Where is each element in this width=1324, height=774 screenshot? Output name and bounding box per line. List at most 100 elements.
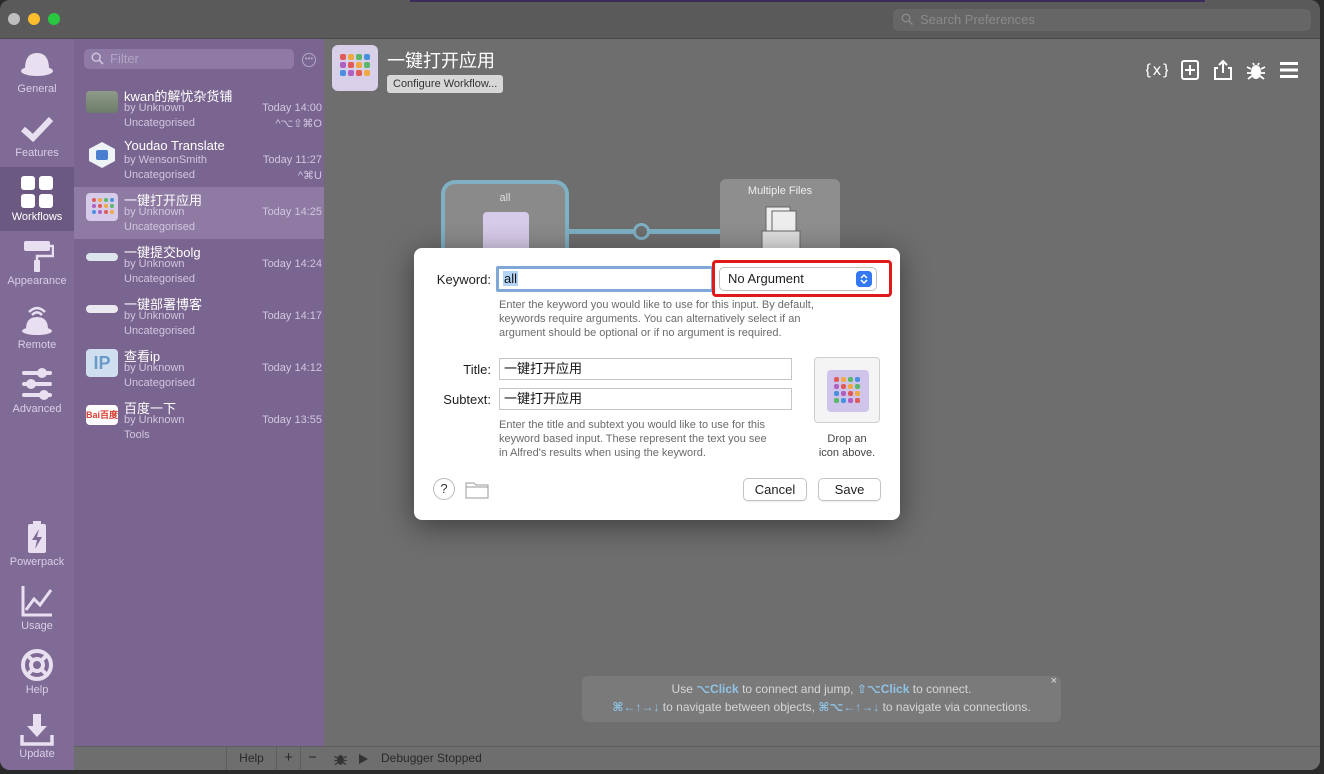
workflow-list-item[interactable]: kwan的解忧杂货铺 by Unknown Uncategorised Toda… bbox=[74, 83, 324, 135]
lifebuoy-icon bbox=[21, 649, 53, 681]
workflow-time: Today 13:55 bbox=[262, 414, 322, 426]
configure-workflow-button[interactable]: Configure Workflow... bbox=[387, 75, 504, 93]
search-preferences-field[interactable]: Search Preferences bbox=[893, 9, 1311, 31]
maximize-window-button[interactable] bbox=[48, 13, 60, 25]
filter-options-icon[interactable]: ••• bbox=[302, 53, 316, 67]
sidebar-item-appearance[interactable]: Appearance bbox=[0, 231, 74, 295]
sidebar-item-powerpack[interactable]: Powerpack bbox=[0, 512, 74, 576]
play-icon[interactable] bbox=[359, 754, 368, 764]
sidebar-item-features[interactable]: Features bbox=[0, 103, 74, 167]
sidebar-item-label: Appearance bbox=[7, 275, 67, 287]
keyword-node[interactable]: all bbox=[441, 180, 569, 250]
alfred-preferences-window: Search Preferences General Features Work… bbox=[0, 0, 1320, 770]
workflow-category: Uncategorised bbox=[124, 325, 195, 337]
help-button[interactable]: ? bbox=[433, 478, 455, 500]
keyword-node-label: all bbox=[499, 192, 511, 204]
app-grid-icon bbox=[483, 212, 529, 250]
drop-line: Drop an bbox=[827, 433, 867, 445]
workflow-list-item[interactable]: Bai百度 百度一下 by Unknown Tools Today 13:55 bbox=[74, 395, 324, 447]
sidebar-item-label: Help bbox=[25, 684, 49, 696]
ip-icon: IP bbox=[86, 349, 118, 377]
hint-shortcut: ⌥Click bbox=[696, 682, 739, 696]
subtext-label: Subtext: bbox=[443, 392, 491, 407]
hint-shortcut: ⌘⌥←↑→↓ bbox=[818, 700, 880, 714]
sidebar-item-general[interactable]: General bbox=[0, 39, 74, 103]
minimize-window-button[interactable] bbox=[28, 13, 40, 25]
sidebar-item-advanced[interactable]: Advanced bbox=[0, 359, 74, 423]
help-line: Enter the title and subtext you would li… bbox=[499, 419, 765, 431]
chart-icon bbox=[21, 586, 53, 617]
close-window-button[interactable] bbox=[8, 13, 20, 25]
action-node-label: Multiple Files bbox=[747, 185, 813, 197]
filter-placeholder: Filter bbox=[110, 51, 139, 66]
workflow-list-item[interactable]: Youdao Translate by WensonSmith Uncatego… bbox=[74, 135, 324, 187]
bug-icon[interactable] bbox=[333, 751, 348, 766]
folder-icon[interactable] bbox=[465, 480, 489, 499]
background-strip bbox=[410, 0, 1205, 2]
sidebar-item-usage[interactable]: Usage bbox=[0, 576, 74, 640]
grid-icon bbox=[21, 176, 53, 208]
workflow-list-item[interactable]: 一键提交bolg by Unknown Uncategorised Today … bbox=[74, 239, 324, 291]
workflow-hotkey: ^⌘U bbox=[297, 170, 322, 182]
workflow-author: by Unknown bbox=[124, 362, 185, 374]
share-icon[interactable] bbox=[1212, 59, 1234, 81]
workflow-thumbnail bbox=[86, 91, 118, 113]
hint-text: Use bbox=[671, 682, 693, 696]
sidebar-item-help[interactable]: Help bbox=[0, 640, 74, 704]
workflow-list-item[interactable]: 一键部署博客 by Unknown Uncategorised Today 14… bbox=[74, 291, 324, 343]
sidebar-item-workflows[interactable]: Workflows bbox=[0, 167, 74, 231]
connection-node[interactable] bbox=[633, 223, 650, 240]
multiple-files-node[interactable]: Multiple Files bbox=[720, 179, 840, 249]
sidebar-item-label: Powerpack bbox=[9, 556, 65, 568]
workflow-name: Youdao Translate bbox=[124, 138, 225, 153]
icon-drop-well[interactable] bbox=[814, 357, 880, 423]
workflow-time: Today 14:25 bbox=[262, 206, 322, 218]
drop-line: icon above. bbox=[818, 447, 876, 459]
sidebar-item-label: General bbox=[17, 83, 57, 95]
debugger-bar: Debugger Stopped bbox=[324, 746, 1320, 770]
workflow-category: Uncategorised bbox=[124, 117, 195, 129]
sidebar-item-label: Remote bbox=[17, 339, 57, 351]
workflow-author: by Unknown bbox=[124, 102, 185, 114]
remove-workflow-button[interactable]: − bbox=[300, 747, 324, 770]
keyboard-hint-panel: Use ⌥Click to connect and jump, ⇧⌥Click … bbox=[582, 675, 1061, 722]
menu-icon[interactable] bbox=[1278, 59, 1300, 81]
save-button[interactable]: Save bbox=[818, 478, 881, 501]
workflow-hotkey: ^⌥⇧⌘O bbox=[275, 118, 322, 130]
app-grid-icon bbox=[827, 370, 869, 412]
hint-line-1: Use ⌥Click to connect and jump, ⇧⌥Click … bbox=[582, 682, 1061, 696]
download-icon bbox=[20, 714, 54, 746]
debugger-status: Debugger Stopped bbox=[381, 751, 482, 765]
sidebar-item-remote[interactable]: Remote bbox=[0, 295, 74, 359]
keyword-help-text: Enter the keyword you would like to use … bbox=[499, 298, 814, 340]
keyword-input[interactable]: all bbox=[496, 266, 714, 292]
bug-icon[interactable] bbox=[1245, 59, 1267, 81]
highlight-annotation bbox=[712, 260, 892, 297]
subtext-input[interactable]: 一键打开应用 bbox=[499, 388, 792, 410]
hint-text: to navigate via connections. bbox=[882, 700, 1031, 714]
workflow-author: by Unknown bbox=[124, 414, 185, 426]
add-workflow-button[interactable]: + bbox=[276, 747, 300, 770]
sidebar-item-label: Features bbox=[15, 147, 59, 159]
close-hint-icon[interactable]: × bbox=[1051, 675, 1057, 687]
help-button[interactable]: Help bbox=[226, 747, 276, 770]
hint-line-2: ⌘←↑→↓ to navigate between objects, ⌘⌥←↑→… bbox=[582, 700, 1061, 714]
sidebar-item-update[interactable]: Update bbox=[0, 704, 74, 768]
workflow-icon bbox=[332, 45, 378, 91]
hint-text: to connect. bbox=[912, 682, 972, 696]
workflow-list-item-selected[interactable]: 一键打开应用 by Unknown Uncategorised Today 14… bbox=[74, 187, 324, 239]
hint-text: to connect and jump, bbox=[742, 682, 854, 696]
workflow-time: Today 14:00 bbox=[262, 102, 322, 114]
cancel-button[interactable]: Cancel bbox=[743, 478, 807, 501]
translate-icon bbox=[89, 142, 115, 168]
workflow-category: Uncategorised bbox=[124, 169, 195, 181]
filter-input[interactable]: Filter bbox=[84, 49, 294, 69]
search-icon bbox=[91, 52, 104, 65]
workflow-list-item[interactable]: IP 查看ip by Unknown Uncategorised Today 1… bbox=[74, 343, 324, 395]
workflow-time: Today 14:24 bbox=[262, 258, 322, 270]
hint-shortcut: ⌘←↑→↓ bbox=[612, 700, 660, 714]
help-line: Enter the keyword you would like to use … bbox=[499, 299, 814, 311]
variables-icon[interactable]: {x} bbox=[1146, 59, 1168, 81]
add-object-icon[interactable] bbox=[1179, 59, 1201, 81]
title-input[interactable]: 一键打开应用 bbox=[499, 358, 792, 380]
